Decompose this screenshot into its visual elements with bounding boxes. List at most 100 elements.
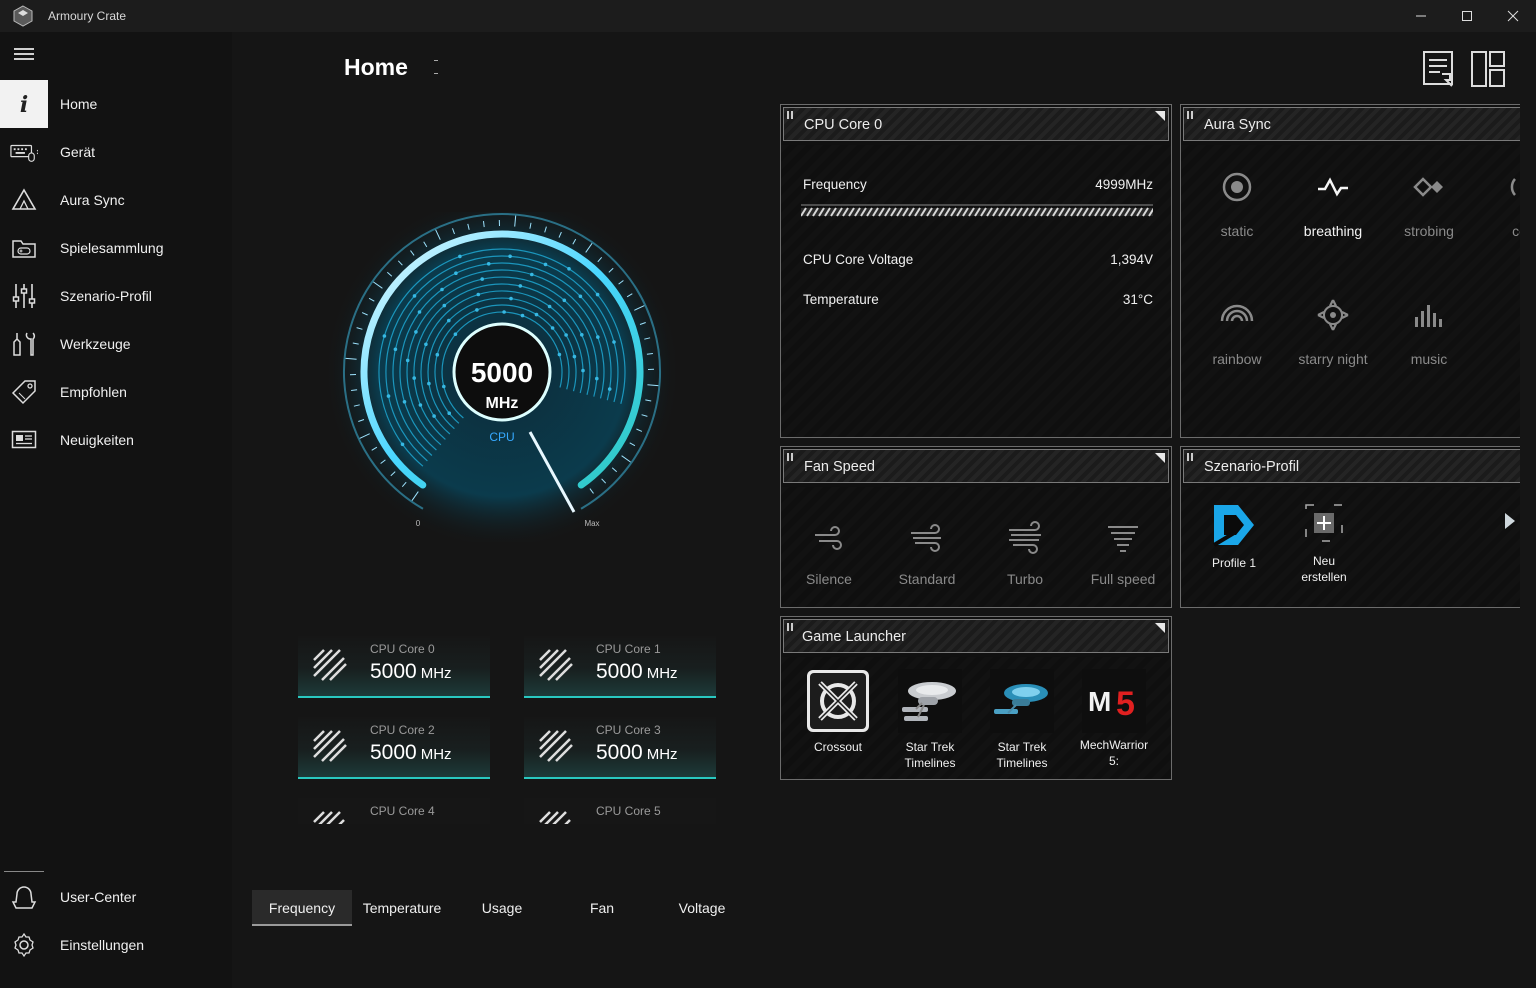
gauge-dot xyxy=(520,313,525,318)
sidebar-item-label: Neuigkeiten xyxy=(60,432,134,448)
window-title: Armoury Crate xyxy=(48,9,127,23)
tab-usage[interactable]: Usage xyxy=(452,890,552,926)
sidebar-item-user-center[interactable]: User-Center xyxy=(0,873,232,921)
sidebar-item-scenario-profile[interactable]: Szenario-Profil xyxy=(0,272,232,320)
sidebar-item-aura-sync[interactable]: Aura Sync xyxy=(0,176,232,224)
sidebar-item-news[interactable]: Neuigkeiten xyxy=(0,416,232,464)
panel-corner-icon xyxy=(1155,453,1165,463)
gauge-dot xyxy=(435,352,440,357)
fan-mode-silence[interactable]: Silence xyxy=(781,521,877,587)
gauge-unit: MHz xyxy=(486,395,519,412)
minimize-icon xyxy=(1416,15,1426,17)
tools-icon xyxy=(10,330,38,358)
panel-corner-icon xyxy=(1155,111,1165,121)
profile-item[interactable]: Profile 1 xyxy=(1189,501,1279,571)
panel-title: Fan Speed xyxy=(804,459,875,475)
gauge-dot xyxy=(509,296,513,301)
cpu-core-card: CPU Core 4 xyxy=(298,798,490,824)
gauge-dot xyxy=(440,287,444,292)
close-button[interactable] xyxy=(1490,0,1536,32)
gauge-dot xyxy=(596,335,600,339)
sidebar-item-tools[interactable]: Werkzeuge xyxy=(0,320,232,368)
main-content: Home 5000 MHz CPU 0 Max CPU Core 0 5000 … xyxy=(232,32,1536,988)
aura-triangle-icon xyxy=(10,186,38,214)
gauge-dot xyxy=(612,340,616,344)
aura-mode-strobing[interactable]: strobing xyxy=(1381,169,1477,239)
aura-mode-rainbow[interactable]: rainbow xyxy=(1189,297,1285,367)
title-bar: Armoury Crate xyxy=(0,0,1536,32)
sidebar-item-device[interactable]: Gerät xyxy=(0,128,232,176)
gauge-tick xyxy=(351,389,358,391)
gauge-dot xyxy=(486,262,491,266)
gauge-dot xyxy=(581,368,585,373)
gauge-dot xyxy=(595,292,600,297)
sidebar-item-label: Szenario-Profil xyxy=(60,288,152,304)
game-item[interactable]: Star Trek Timelines xyxy=(977,669,1067,771)
gauge-label: CPU xyxy=(489,430,514,444)
gear-icon xyxy=(10,931,38,959)
voltage-row: CPU Core Voltage 1,394V xyxy=(803,252,1153,267)
aura-sync-panel[interactable]: Aura Sync static breathing strobing colo… xyxy=(1180,104,1520,438)
cpu-core-card: CPU Core 1 5000 MHz xyxy=(524,636,716,698)
sidebar-item-home[interactable]: i Home xyxy=(0,80,232,128)
minimize-button[interactable] xyxy=(1398,0,1444,32)
game-launcher-panel[interactable]: Game Launcher Crossout Star Trek Timelin… xyxy=(780,616,1172,780)
gauge-dot xyxy=(447,318,451,323)
gauge-dot xyxy=(405,358,410,363)
gauge-dot xyxy=(534,312,539,317)
tab-fan[interactable]: Fan xyxy=(552,890,652,926)
sidebar-item-game-library[interactable]: Spielesammlung xyxy=(0,224,232,272)
aura-mode-music[interactable]: music xyxy=(1381,297,1477,367)
gauge-dot xyxy=(480,277,484,281)
sidebar-item-settings[interactable]: Einstellungen xyxy=(0,921,232,969)
cpu-core-card: CPU Core 0 5000 MHz xyxy=(298,636,490,698)
fan-silence-icon xyxy=(815,526,842,550)
cpu-frequency-gauge: 5000 MHz CPU 0 Max xyxy=(312,194,692,550)
cpu-core-panel[interactable]: CPU Core 0 Frequency 4999MHz CPU Core Vol… xyxy=(780,104,1172,438)
gauge-dot xyxy=(442,303,447,308)
aura-mode-starry-night[interactable]: starry night xyxy=(1285,297,1381,367)
aura-mode-breathing[interactable]: breathing xyxy=(1285,169,1381,239)
fan-mode-full-speed[interactable]: Full speed xyxy=(1075,521,1171,587)
crossout-icon xyxy=(807,670,869,732)
mechwarrior-icon: M 5 xyxy=(1082,669,1146,733)
tab-temperature[interactable]: Temperature xyxy=(352,890,452,926)
cpu-chip-icon xyxy=(539,811,571,824)
cpu-core-card: CPU Core 5 xyxy=(524,798,716,824)
fan-turbo-icon xyxy=(1009,521,1041,554)
svg-text:M: M xyxy=(1088,686,1111,717)
gauge-dot xyxy=(424,342,428,347)
cpu-chip-icon xyxy=(313,730,347,762)
sidebar-item-label: User-Center xyxy=(60,889,137,905)
gauge-dot xyxy=(580,333,584,337)
page-title: Home xyxy=(344,54,408,80)
report-icon[interactable] xyxy=(1422,50,1458,88)
menu-toggle-icon[interactable] xyxy=(14,48,34,62)
fan-mode-turbo[interactable]: Turbo xyxy=(977,521,1073,587)
game-item[interactable]: Crossout xyxy=(793,669,883,755)
game-item[interactable]: Star Trek Timelines xyxy=(885,669,975,771)
sidebar-item-recommended[interactable]: Empfohlen xyxy=(0,368,232,416)
cpu-chip-icon xyxy=(539,649,573,681)
layout-icon[interactable] xyxy=(1470,50,1506,88)
sidebar-divider xyxy=(4,871,44,872)
maximize-button[interactable] xyxy=(1444,0,1490,32)
create-profile-button[interactable]: Neu erstellen xyxy=(1279,503,1369,585)
fan-mode-standard[interactable]: Standard xyxy=(879,521,975,587)
gauge-dot xyxy=(518,284,523,288)
aura-mode-static[interactable]: static xyxy=(1189,169,1285,239)
fan-speed-panel[interactable]: Fan Speed Silence Standard Turbo Full sp… xyxy=(780,446,1172,608)
sliders-icon xyxy=(10,282,38,310)
next-arrow-icon[interactable] xyxy=(1502,509,1518,533)
gauge-tick xyxy=(483,221,485,228)
tab-voltage[interactable]: Voltage xyxy=(652,890,752,926)
news-icon xyxy=(10,426,38,454)
game-item[interactable]: M 5 MechWarrior 5: xyxy=(1069,669,1159,769)
aura-mode-color-cycle[interactable]: colo xyxy=(1477,169,1520,239)
scenario-profile-panel[interactable]: Szenario-Profil Profile 1 Neu erstellen xyxy=(1180,446,1520,608)
gauge-dot xyxy=(547,304,552,309)
tab-frequency[interactable]: Frequency xyxy=(252,890,352,926)
app-logo-icon xyxy=(13,5,33,27)
gauge-dot xyxy=(508,254,512,259)
sidebar: i Home Gerät Aura Sync Spielesammlung Sz… xyxy=(0,32,232,988)
